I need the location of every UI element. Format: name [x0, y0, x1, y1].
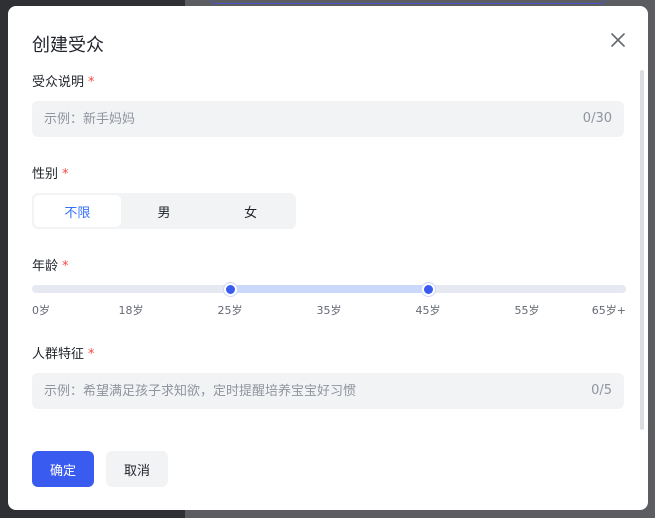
required-mark: *	[62, 259, 69, 274]
age-tick-label: 35岁	[316, 304, 342, 317]
slider-handle-min[interactable]	[224, 283, 237, 296]
audience-desc-counter: 0/30	[582, 111, 612, 126]
age-tick-label: 65岁+	[591, 304, 626, 317]
traits-field[interactable]: 0/5	[32, 373, 624, 409]
gender-segmented-control: 不限 男 女	[32, 193, 296, 229]
audience-desc-input[interactable]	[44, 101, 524, 137]
age-label: 年龄 *	[32, 259, 69, 274]
cancel-button[interactable]: 取消	[106, 451, 168, 487]
create-audience-dialog: 创建受众 受众说明* 0/30 性别* 不限 男 女 年龄* 0岁 18岁 25…	[8, 6, 648, 510]
audience-desc-field[interactable]: 0/30	[32, 101, 624, 137]
age-tick-label: 18岁	[118, 304, 144, 317]
age-tick-label: 0岁	[32, 304, 50, 317]
age-tick-label: 55岁	[514, 304, 540, 317]
gender-label: 性别 *	[32, 167, 69, 182]
dialog-title: 创建受众	[32, 35, 104, 56]
confirm-button[interactable]: 确定	[32, 451, 94, 487]
slider-selected-range	[230, 285, 428, 293]
required-mark: *	[88, 347, 95, 362]
dialog-scrollbar[interactable]	[639, 70, 645, 438]
scrollbar-thumb[interactable]	[640, 70, 644, 430]
gender-option-female[interactable]: 女	[207, 195, 294, 227]
traits-label: 人群特征 *	[32, 347, 95, 362]
gender-option-male[interactable]: 男	[121, 195, 208, 227]
age-tick-label: 25岁	[217, 304, 243, 317]
traits-input[interactable]	[44, 373, 524, 409]
audience-desc-label: 受众说明 *	[32, 75, 95, 90]
traits-counter: 0/5	[591, 383, 612, 398]
age-tick-label: 45岁	[415, 304, 441, 317]
close-icon[interactable]	[608, 30, 628, 50]
slider-handle-max[interactable]	[422, 283, 435, 296]
background-input-outline	[210, 0, 606, 4]
required-mark: *	[62, 167, 69, 182]
age-range-slider[interactable]	[32, 283, 626, 296]
gender-option-any[interactable]: 不限	[34, 195, 121, 227]
required-mark: *	[88, 75, 95, 90]
